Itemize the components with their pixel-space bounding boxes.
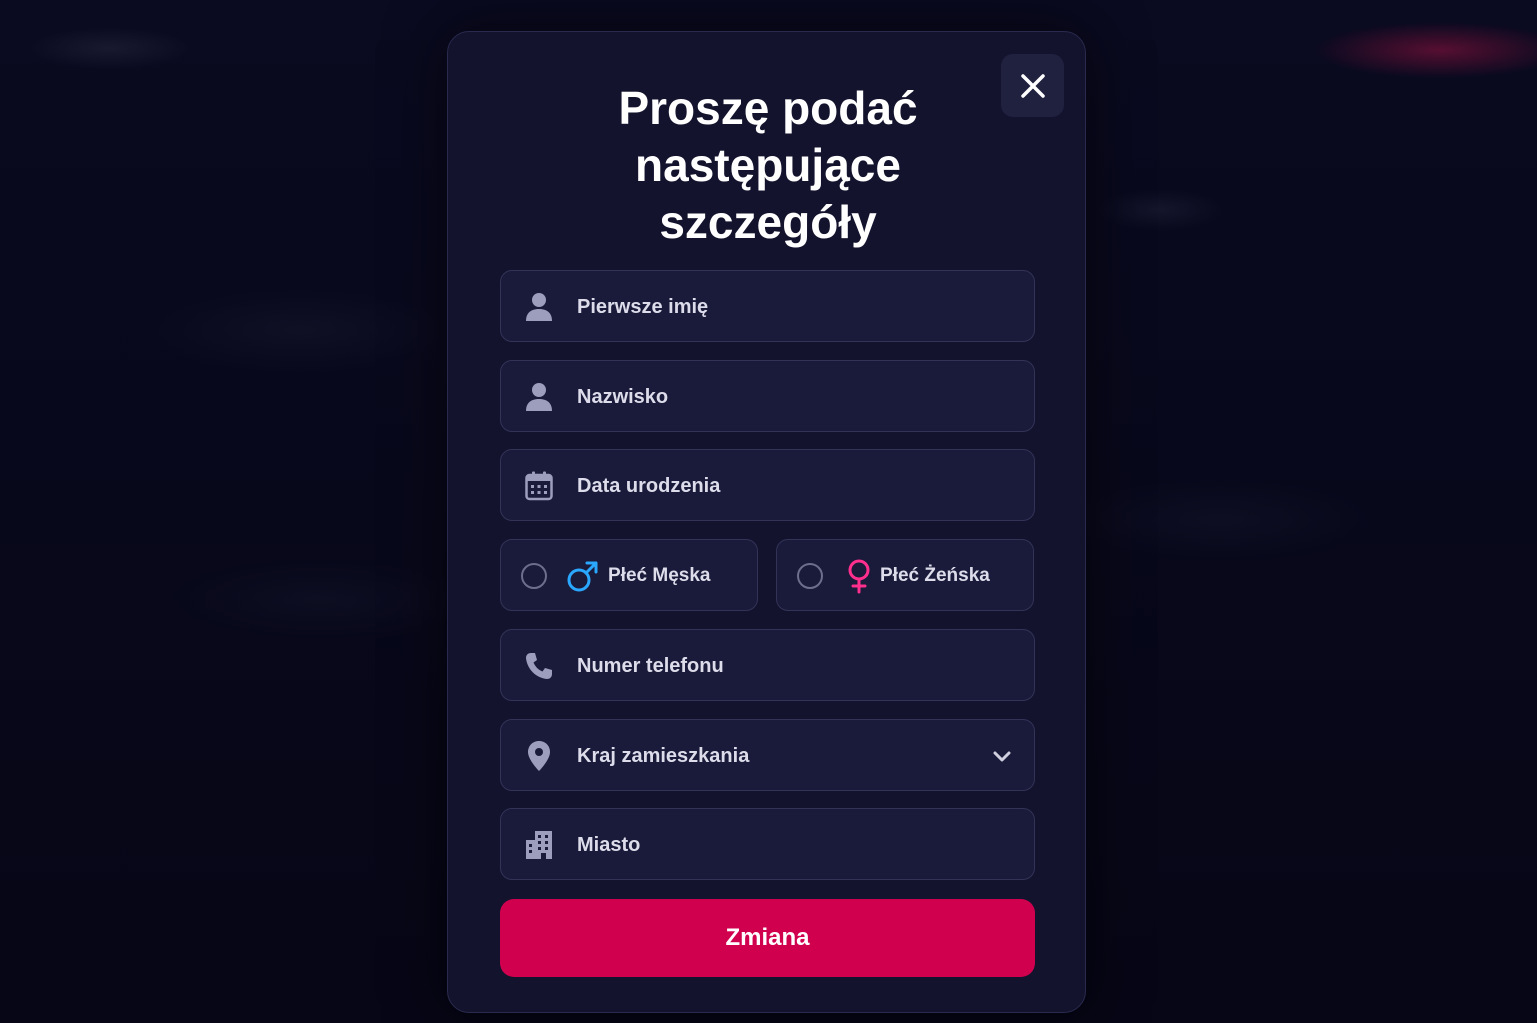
male-icon	[565, 558, 601, 594]
details-modal: Proszę podać następujące szczegóły Pierw…	[447, 31, 1086, 1013]
user-icon	[523, 291, 555, 323]
last-name-placeholder: Nazwisko	[577, 386, 669, 408]
female-icon	[841, 558, 877, 594]
user-icon	[523, 381, 555, 413]
map-pin-icon	[523, 740, 555, 772]
first-name-field[interactable]: Pierwsze imię	[500, 270, 1035, 342]
phone-field[interactable]: Numer telefonu	[500, 629, 1035, 701]
birth-date-placeholder: Data urodzenia	[577, 475, 721, 497]
birth-date-field[interactable]: Data urodzenia	[500, 449, 1035, 521]
male-label: Płeć Męska	[608, 565, 711, 586]
phone-placeholder: Numer telefonu	[577, 655, 724, 677]
country-select[interactable]: Kraj zamieszkania	[500, 719, 1035, 791]
gender-male-option[interactable]: Płeć Męska	[500, 539, 758, 611]
close-button[interactable]	[1001, 54, 1064, 117]
male-radio[interactable]	[521, 563, 547, 589]
chevron-down-icon[interactable]	[990, 744, 1014, 768]
close-icon	[1020, 73, 1045, 98]
submit-button[interactable]: Zmiana	[500, 899, 1035, 977]
modal-title: Proszę podać następujące szczegóły	[618, 82, 918, 248]
gender-female-option[interactable]: Płeć Żeńska	[776, 539, 1034, 611]
city-placeholder: Miasto	[577, 834, 641, 856]
country-placeholder: Kraj zamieszkania	[577, 745, 750, 767]
calendar-icon	[523, 470, 555, 502]
city-field[interactable]: Miasto	[500, 808, 1035, 880]
last-name-field[interactable]: Nazwisko	[500, 360, 1035, 432]
female-radio[interactable]	[797, 563, 823, 589]
phone-icon	[523, 650, 555, 682]
first-name-placeholder: Pierwsze imię	[577, 296, 709, 318]
building-icon	[523, 829, 555, 861]
female-label: Płeć Żeńska	[880, 565, 990, 586]
